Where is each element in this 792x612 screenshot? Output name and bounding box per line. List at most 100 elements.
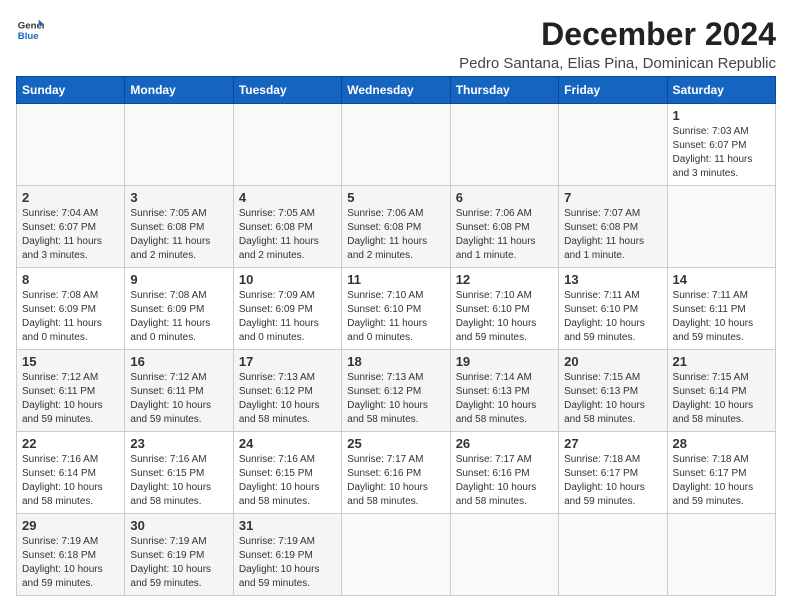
day-info: Sunrise: 7:19 AM Sunset: 6:19 PM Dayligh…: [239, 535, 336, 591]
calendar-cell: [450, 104, 558, 186]
day-info: Sunrise: 7:13 AM Sunset: 6:12 PM Dayligh…: [347, 371, 444, 427]
day-info: Sunrise: 7:15 AM Sunset: 6:14 PM Dayligh…: [673, 371, 770, 427]
calendar-body: 1 Sunrise: 7:03 AM Sunset: 6:07 PM Daylig…: [17, 104, 776, 596]
day-header-monday: Monday: [125, 77, 233, 104]
day-header-sunday: Sunday: [17, 77, 125, 104]
day-number: 8: [22, 272, 119, 287]
day-number: 4: [239, 190, 336, 205]
day-number: 13: [564, 272, 661, 287]
day-info: Sunrise: 7:08 AM Sunset: 6:09 PM Dayligh…: [22, 289, 119, 345]
day-info: Sunrise: 7:18 AM Sunset: 6:17 PM Dayligh…: [673, 453, 770, 509]
day-number: 16: [130, 354, 227, 369]
calendar-cell: 4 Sunrise: 7:05 AM Sunset: 6:08 PM Daylig…: [233, 186, 341, 268]
page-title: December 2024: [459, 16, 776, 53]
day-number: 24: [239, 436, 336, 451]
calendar-cell: 16 Sunrise: 7:12 AM Sunset: 6:11 PM Dayli…: [125, 350, 233, 432]
day-number: 15: [22, 354, 119, 369]
day-number: 27: [564, 436, 661, 451]
week-row-5: 22 Sunrise: 7:16 AM Sunset: 6:14 PM Dayli…: [17, 432, 776, 514]
week-row-2: 2 Sunrise: 7:04 AM Sunset: 6:07 PM Daylig…: [17, 186, 776, 268]
calendar-cell: 31Sunrise: 7:19 AM Sunset: 6:19 PM Dayli…: [233, 514, 341, 596]
day-header-saturday: Saturday: [667, 77, 775, 104]
day-number: 7: [564, 190, 661, 205]
calendar-cell: [450, 514, 558, 596]
calendar-cell: 24 Sunrise: 7:16 AM Sunset: 6:15 PM Dayli…: [233, 432, 341, 514]
calendar-cell: 30Sunrise: 7:19 AM Sunset: 6:19 PM Dayli…: [125, 514, 233, 596]
page-subtitle: Pedro Santana, Elias Pina, Dominican Rep…: [459, 55, 776, 72]
day-number: 1: [673, 108, 770, 123]
day-info: Sunrise: 7:08 AM Sunset: 6:09 PM Dayligh…: [130, 289, 227, 345]
day-info: Sunrise: 7:14 AM Sunset: 6:13 PM Dayligh…: [456, 371, 553, 427]
day-info: Sunrise: 7:07 AM Sunset: 6:08 PM Dayligh…: [564, 207, 661, 263]
calendar-cell: 2 Sunrise: 7:04 AM Sunset: 6:07 PM Daylig…: [17, 186, 125, 268]
calendar-table: SundayMondayTuesdayWednesdayThursdayFrid…: [16, 76, 776, 596]
calendar-cell: 1 Sunrise: 7:03 AM Sunset: 6:07 PM Daylig…: [667, 104, 775, 186]
day-info: Sunrise: 7:11 AM Sunset: 6:10 PM Dayligh…: [564, 289, 661, 345]
day-number: 3: [130, 190, 227, 205]
calendar-cell: 13 Sunrise: 7:11 AM Sunset: 6:10 PM Dayli…: [559, 268, 667, 350]
calendar-cell: 3 Sunrise: 7:05 AM Sunset: 6:08 PM Daylig…: [125, 186, 233, 268]
day-number: 28: [673, 436, 770, 451]
day-number: 14: [673, 272, 770, 287]
day-info: Sunrise: 7:16 AM Sunset: 6:15 PM Dayligh…: [239, 453, 336, 509]
day-number: 17: [239, 354, 336, 369]
calendar-cell: 28 Sunrise: 7:18 AM Sunset: 6:17 PM Dayli…: [667, 432, 775, 514]
day-info: Sunrise: 7:12 AM Sunset: 6:11 PM Dayligh…: [22, 371, 119, 427]
calendar-cell: 8 Sunrise: 7:08 AM Sunset: 6:09 PM Daylig…: [17, 268, 125, 350]
day-number: 26: [456, 436, 553, 451]
calendar-cell: [559, 104, 667, 186]
day-info: Sunrise: 7:06 AM Sunset: 6:08 PM Dayligh…: [347, 207, 444, 263]
week-row-1: 1 Sunrise: 7:03 AM Sunset: 6:07 PM Daylig…: [17, 104, 776, 186]
calendar-cell: 21 Sunrise: 7:15 AM Sunset: 6:14 PM Dayli…: [667, 350, 775, 432]
day-info: Sunrise: 7:05 AM Sunset: 6:08 PM Dayligh…: [239, 207, 336, 263]
day-number: 20: [564, 354, 661, 369]
day-info: Sunrise: 7:09 AM Sunset: 6:09 PM Dayligh…: [239, 289, 336, 345]
day-info: Sunrise: 7:05 AM Sunset: 6:08 PM Dayligh…: [130, 207, 227, 263]
day-info: Sunrise: 7:06 AM Sunset: 6:08 PM Dayligh…: [456, 207, 553, 263]
calendar-cell: [233, 104, 341, 186]
day-info: Sunrise: 7:19 AM Sunset: 6:19 PM Dayligh…: [130, 535, 227, 591]
day-info: Sunrise: 7:10 AM Sunset: 6:10 PM Dayligh…: [347, 289, 444, 345]
calendar-cell: [667, 514, 775, 596]
day-header-friday: Friday: [559, 77, 667, 104]
day-info: Sunrise: 7:12 AM Sunset: 6:11 PM Dayligh…: [130, 371, 227, 427]
day-header-wednesday: Wednesday: [342, 77, 450, 104]
day-info: Sunrise: 7:17 AM Sunset: 6:16 PM Dayligh…: [347, 453, 444, 509]
title-area: December 2024 Pedro Santana, Elias Pina,…: [459, 16, 776, 72]
day-info: Sunrise: 7:10 AM Sunset: 6:10 PM Dayligh…: [456, 289, 553, 345]
day-number: 11: [347, 272, 444, 287]
day-number: 22: [22, 436, 119, 451]
day-number: 10: [239, 272, 336, 287]
day-number: 5: [347, 190, 444, 205]
calendar-cell: 12 Sunrise: 7:10 AM Sunset: 6:10 PM Dayli…: [450, 268, 558, 350]
day-number: 18: [347, 354, 444, 369]
calendar-cell: 9 Sunrise: 7:08 AM Sunset: 6:09 PM Daylig…: [125, 268, 233, 350]
logo-icon: General Blue: [16, 16, 44, 44]
week-row-3: 8 Sunrise: 7:08 AM Sunset: 6:09 PM Daylig…: [17, 268, 776, 350]
day-number: 21: [673, 354, 770, 369]
calendar-header: SundayMondayTuesdayWednesdayThursdayFrid…: [17, 77, 776, 104]
calendar-cell: 29Sunrise: 7:19 AM Sunset: 6:18 PM Dayli…: [17, 514, 125, 596]
day-number: 29: [22, 518, 119, 533]
day-info: Sunrise: 7:04 AM Sunset: 6:07 PM Dayligh…: [22, 207, 119, 263]
day-info: Sunrise: 7:03 AM Sunset: 6:07 PM Dayligh…: [673, 125, 770, 181]
day-number: 23: [130, 436, 227, 451]
calendar-cell: 14Sunrise: 7:11 AM Sunset: 6:11 PM Dayli…: [667, 268, 775, 350]
day-header-thursday: Thursday: [450, 77, 558, 104]
calendar-cell: [342, 514, 450, 596]
calendar-cell: 25Sunrise: 7:17 AM Sunset: 6:16 PM Dayli…: [342, 432, 450, 514]
days-of-week-row: SundayMondayTuesdayWednesdayThursdayFrid…: [17, 77, 776, 104]
calendar-cell: 5 Sunrise: 7:06 AM Sunset: 6:08 PM Daylig…: [342, 186, 450, 268]
day-number: 6: [456, 190, 553, 205]
day-number: 2: [22, 190, 119, 205]
day-info: Sunrise: 7:16 AM Sunset: 6:14 PM Dayligh…: [22, 453, 119, 509]
calendar-cell: 17Sunrise: 7:13 AM Sunset: 6:12 PM Dayli…: [233, 350, 341, 432]
calendar-cell: 6 Sunrise: 7:06 AM Sunset: 6:08 PM Daylig…: [450, 186, 558, 268]
day-number: 12: [456, 272, 553, 287]
week-row-6: 29Sunrise: 7:19 AM Sunset: 6:18 PM Dayli…: [17, 514, 776, 596]
day-number: 9: [130, 272, 227, 287]
day-info: Sunrise: 7:18 AM Sunset: 6:17 PM Dayligh…: [564, 453, 661, 509]
calendar-cell: 23Sunrise: 7:16 AM Sunset: 6:15 PM Dayli…: [125, 432, 233, 514]
calendar-cell: 18 Sunrise: 7:13 AM Sunset: 6:12 PM Dayli…: [342, 350, 450, 432]
calendar-cell: 22 Sunrise: 7:16 AM Sunset: 6:14 PM Dayli…: [17, 432, 125, 514]
